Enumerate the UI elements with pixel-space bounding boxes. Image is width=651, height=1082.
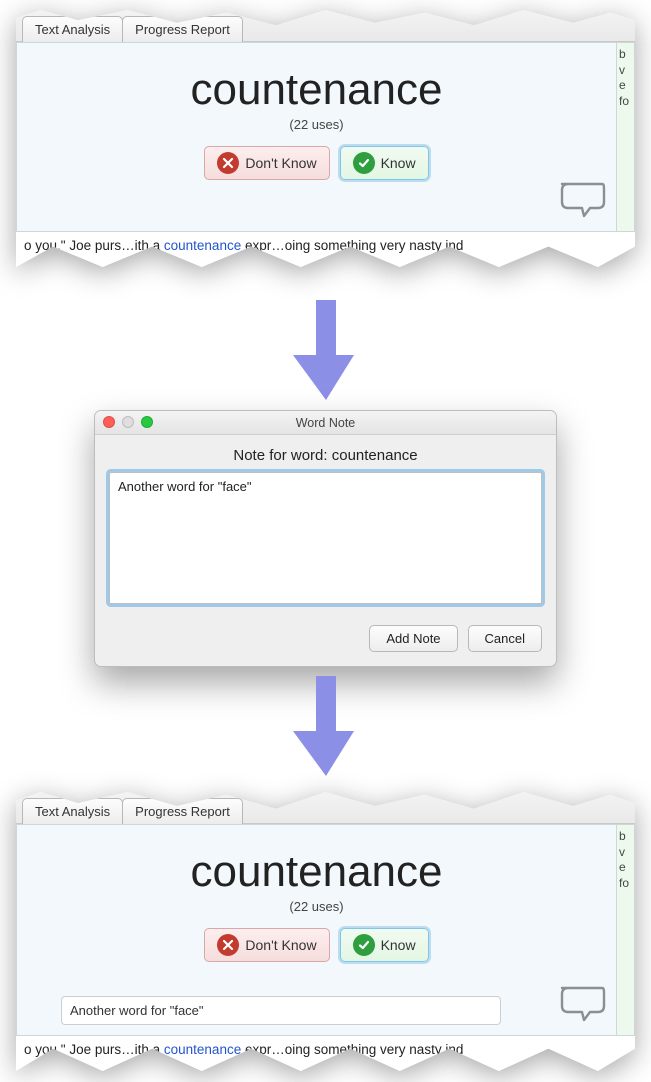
vocab-panel-before: Text Analysis Progress Report countenanc… bbox=[16, 10, 635, 267]
know-button[interactable]: Know bbox=[340, 146, 429, 180]
check-circle-icon bbox=[353, 152, 375, 174]
saved-note-display[interactable]: Another word for "face" bbox=[61, 996, 501, 1025]
know-button[interactable]: Know bbox=[340, 928, 429, 962]
side-strip: b v e fo bbox=[617, 42, 635, 232]
context-sentence: o you," Joe purs…ith a countenance expr…… bbox=[16, 1036, 635, 1071]
know-label: Know bbox=[381, 937, 416, 953]
flow-arrow-icon bbox=[291, 300, 361, 405]
context-highlight: countenance bbox=[164, 1042, 241, 1057]
vocab-card: countenance (22 uses) Don't Know bbox=[16, 824, 617, 1036]
x-circle-icon bbox=[217, 934, 239, 956]
tabs-bar: Text Analysis Progress Report bbox=[16, 10, 635, 42]
tab-progress-report[interactable]: Progress Report bbox=[122, 16, 243, 42]
check-circle-icon bbox=[353, 934, 375, 956]
vocab-uses: (22 uses) bbox=[29, 117, 604, 132]
speech-bubble-icon[interactable] bbox=[558, 180, 606, 223]
cancel-button[interactable]: Cancel bbox=[468, 625, 542, 652]
vocab-word: countenance bbox=[29, 65, 604, 115]
vocab-uses: (22 uses) bbox=[29, 899, 604, 914]
flow-arrow-icon bbox=[291, 676, 361, 781]
context-highlight: countenance bbox=[164, 238, 241, 253]
window-minimize-icon[interactable] bbox=[122, 416, 134, 428]
tab-text-analysis[interactable]: Text Analysis bbox=[22, 16, 123, 42]
vocab-panel-after: Text Analysis Progress Report countenanc… bbox=[16, 792, 635, 1071]
dont-know-label: Don't Know bbox=[245, 937, 316, 953]
context-sentence: o you," Joe purs…ith a countenance expr…… bbox=[16, 232, 635, 267]
vocab-card: countenance (22 uses) Don't Know bbox=[16, 42, 617, 232]
note-textarea[interactable] bbox=[109, 472, 542, 604]
speech-bubble-icon[interactable] bbox=[558, 984, 606, 1027]
x-circle-icon bbox=[217, 152, 239, 174]
dont-know-button[interactable]: Don't Know bbox=[204, 928, 329, 962]
window-close-icon[interactable] bbox=[103, 416, 115, 428]
word-note-dialog: Word Note Note for word: countenance Add… bbox=[94, 410, 557, 667]
side-strip: b v e fo bbox=[617, 824, 635, 1036]
tab-text-analysis[interactable]: Text Analysis bbox=[22, 798, 123, 824]
dialog-subtitle: Note for word: countenance bbox=[95, 435, 556, 472]
dont-know-button[interactable]: Don't Know bbox=[204, 146, 329, 180]
dont-know-label: Don't Know bbox=[245, 155, 316, 171]
know-label: Know bbox=[381, 155, 416, 171]
tabs-bar: Text Analysis Progress Report bbox=[16, 792, 635, 824]
dialog-title-text: Word Note bbox=[296, 416, 356, 430]
window-zoom-icon[interactable] bbox=[141, 416, 153, 428]
dialog-titlebar: Word Note bbox=[95, 411, 556, 435]
tab-progress-report[interactable]: Progress Report bbox=[122, 798, 243, 824]
add-note-button[interactable]: Add Note bbox=[369, 625, 457, 652]
vocab-word: countenance bbox=[29, 847, 604, 897]
